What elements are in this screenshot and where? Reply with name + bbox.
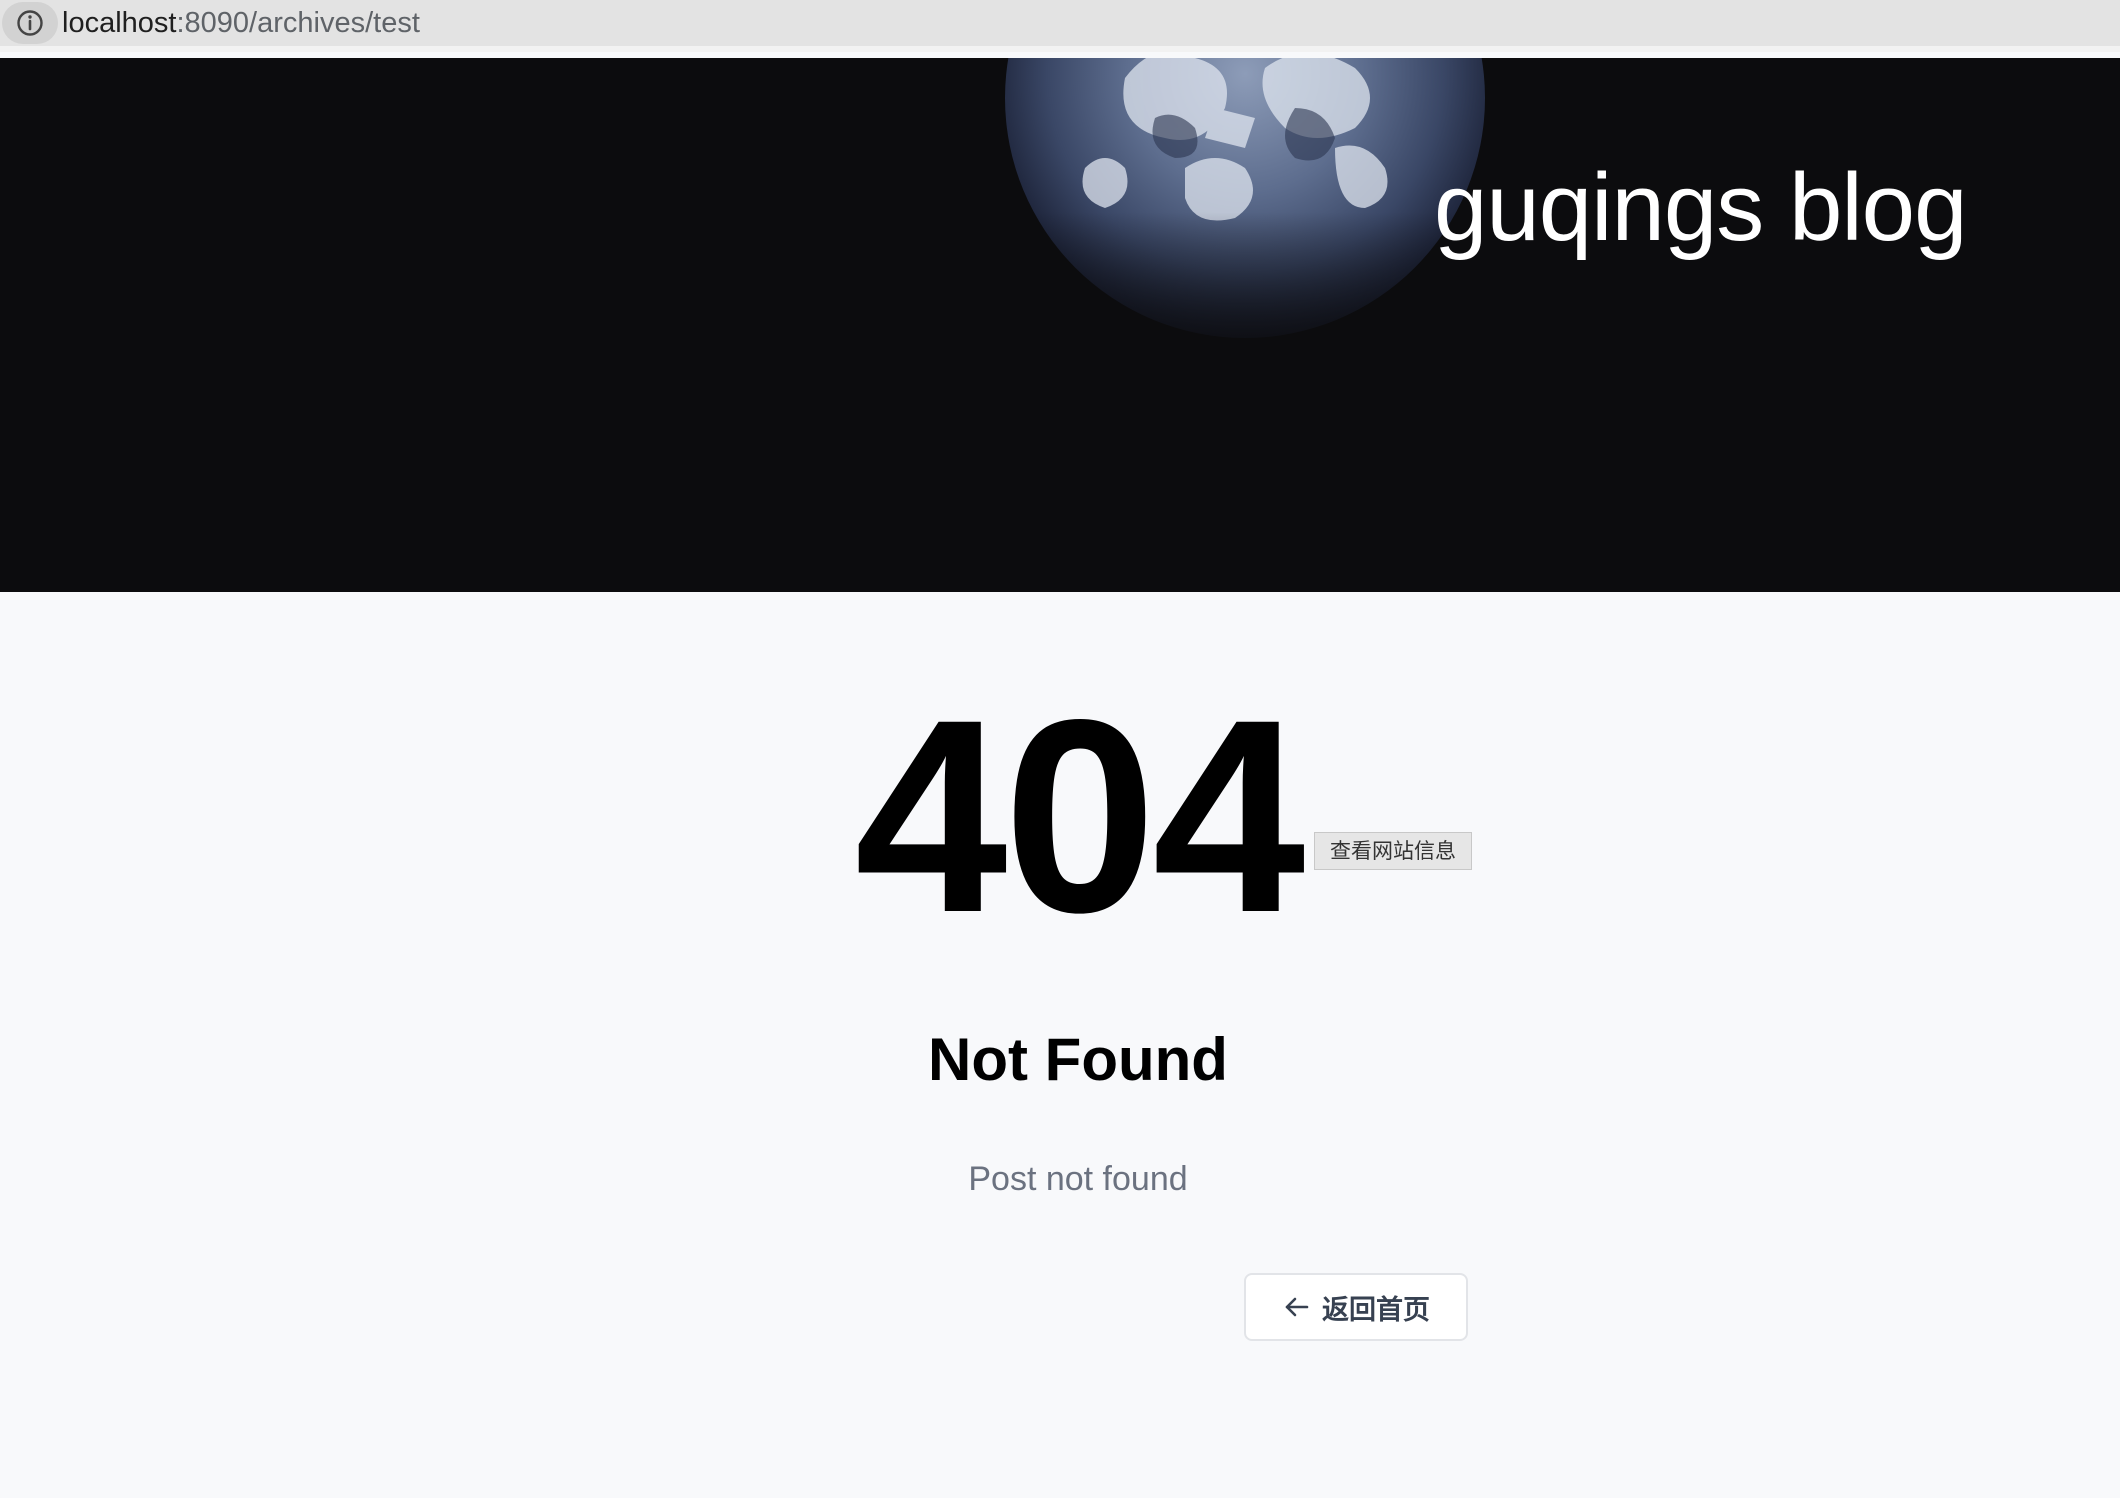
browser-address-bar: localhost:8090/archives/test: [0, 0, 2120, 52]
earth-image: [1005, 58, 1485, 368]
url-path: :8090/archives/test: [176, 7, 420, 39]
back-home-label: 返回首页: [1322, 1294, 1430, 1326]
info-icon: [17, 10, 43, 36]
blog-title[interactable]: guqings blog: [1434, 153, 1967, 263]
error-content: 404 查看网站信息 Not Found Post not found 返回首页: [0, 592, 2120, 1498]
site-info-button[interactable]: [2, 2, 58, 44]
error-message: Post not found: [968, 1160, 1188, 1198]
arrow-left-icon: [1285, 1297, 1309, 1317]
blog-header-banner: guqings blog: [0, 58, 2120, 592]
site-info-tooltip: 查看网站信息: [1314, 832, 1472, 870]
error-title: Not Found: [928, 1026, 1228, 1093]
error-code: 404: [854, 663, 1306, 970]
url-host: localhost: [62, 7, 177, 39]
back-home-button[interactable]: 返回首页: [1244, 1273, 1468, 1341]
url-field[interactable]: localhost:8090/archives/test: [62, 6, 420, 40]
